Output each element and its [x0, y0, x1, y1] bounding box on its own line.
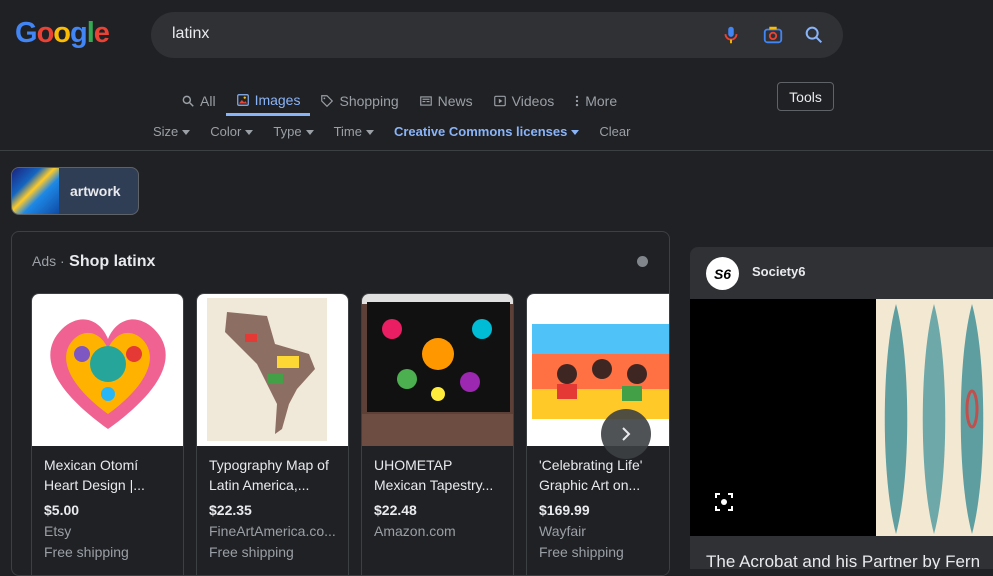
- product-title[interactable]: 'Celebrating Life' Graphic Art on...: [539, 455, 669, 495]
- dots-vertical-icon: [576, 95, 579, 107]
- filter-usage-rights[interactable]: Creative Commons licenses: [393, 124, 580, 139]
- source-logo: S6: [706, 257, 739, 290]
- lens-search-icon[interactable]: [714, 492, 734, 512]
- preview-image[interactable]: [690, 299, 993, 536]
- tab-shopping[interactable]: Shopping: [310, 86, 408, 116]
- product-title[interactable]: UHOMETAP Mexican Tapestry...: [374, 455, 506, 495]
- artwork-image: [876, 299, 993, 536]
- product-store: Amazon.com: [374, 523, 456, 539]
- product-shipping: Free shipping: [539, 544, 624, 560]
- product-title[interactable]: Mexican Otomí Heart Design |...: [44, 455, 176, 495]
- caret-down-icon: [182, 129, 191, 135]
- product-shipping: Free shipping: [209, 544, 294, 560]
- product-title[interactable]: Typography Map of Latin America,...: [209, 455, 341, 495]
- search-tabs: All Images Shopping News Videos More: [171, 86, 627, 118]
- tab-news[interactable]: News: [409, 86, 483, 116]
- preview-title[interactable]: The Acrobat and his Partner by Fern: [706, 552, 980, 569]
- filter-color[interactable]: Color: [210, 124, 254, 139]
- product-store: Etsy: [44, 523, 72, 539]
- product-image: [32, 294, 183, 446]
- shopping-ads-panel: Ads · Shop latinx Mexican Otomí Heart De…: [11, 231, 670, 576]
- filter-label: Type: [273, 124, 302, 139]
- product-image: [197, 294, 348, 446]
- tag-icon: [321, 95, 334, 108]
- product-image: [362, 294, 513, 446]
- filter-time[interactable]: Time: [334, 124, 374, 139]
- header: Google latinx All Images Shopping News V…: [0, 0, 993, 151]
- filter-label: Time: [333, 124, 362, 139]
- carousel-next-button[interactable]: [601, 409, 651, 459]
- tab-label: News: [437, 93, 473, 109]
- tab-label: All: [200, 93, 216, 109]
- caret-down-icon: [305, 129, 314, 135]
- filter-bar: Size Color Type Time Creative Commons li…: [153, 124, 650, 139]
- filter-label: Color: [210, 124, 242, 139]
- tab-videos[interactable]: Videos: [483, 86, 565, 116]
- filter-size[interactable]: Size: [153, 124, 191, 139]
- tab-all[interactable]: All: [171, 86, 226, 116]
- caret-down-icon: [245, 129, 254, 135]
- filter-type[interactable]: Type: [273, 124, 314, 139]
- tab-label: Shopping: [339, 93, 399, 109]
- tools-button[interactable]: Tools: [777, 82, 834, 111]
- chip-thumbnail: [12, 168, 59, 214]
- product-card[interactable]: Mexican Otomí Heart Design |... $5.00 Et…: [31, 293, 184, 575]
- product-card[interactable]: UHOMETAP Mexican Tapestry... $22.48 Amaz…: [361, 293, 514, 575]
- refinement-chip-artwork[interactable]: artwork: [11, 167, 139, 215]
- product-store: FineArtAmerica.co...: [209, 523, 336, 539]
- microphone-icon[interactable]: [720, 24, 742, 46]
- filter-label: Clear: [599, 124, 631, 139]
- product-price: $169.99: [539, 502, 590, 518]
- search-box[interactable]: latinx: [151, 12, 843, 58]
- ads-heading: Ads · Shop latinx: [32, 253, 155, 271]
- chip-label: artwork: [70, 183, 121, 199]
- chevron-right-icon: [622, 427, 631, 441]
- tab-images[interactable]: Images: [225, 86, 311, 116]
- product-card[interactable]: Typography Map of Latin America,... $22.…: [196, 293, 349, 575]
- filter-label: Creative Commons licenses: [393, 124, 568, 139]
- play-icon: [493, 95, 506, 107]
- image-preview-panel: S6 Society6 The Acrobat and his Partner …: [690, 247, 993, 569]
- search-icon: [182, 95, 194, 107]
- caret-down-icon: [365, 129, 374, 135]
- google-logo[interactable]: Google: [15, 17, 110, 50]
- product-price: $22.48: [374, 502, 417, 518]
- ads-title: Shop latinx: [69, 253, 156, 270]
- filter-clear[interactable]: Clear: [599, 124, 630, 139]
- tab-label: Videos: [511, 93, 555, 109]
- tab-label: More: [585, 93, 618, 109]
- tab-label: Images: [254, 91, 301, 108]
- news-icon: [419, 96, 432, 106]
- product-store: Wayfair: [539, 523, 586, 539]
- source-name[interactable]: Society6: [752, 264, 805, 279]
- product-price: $22.35: [209, 502, 252, 518]
- tab-more[interactable]: More: [564, 86, 627, 116]
- image-icon: [236, 93, 249, 106]
- search-icon[interactable]: [803, 24, 825, 46]
- ads-label: Ads ·: [32, 253, 65, 269]
- search-input[interactable]: latinx: [172, 25, 209, 43]
- product-shipping: Free shipping: [44, 544, 129, 560]
- info-icon[interactable]: [637, 256, 648, 267]
- caret-down-icon: [571, 129, 580, 135]
- product-price: $5.00: [44, 502, 80, 518]
- camera-lens-icon[interactable]: [762, 24, 784, 46]
- filter-label: Size: [153, 124, 179, 139]
